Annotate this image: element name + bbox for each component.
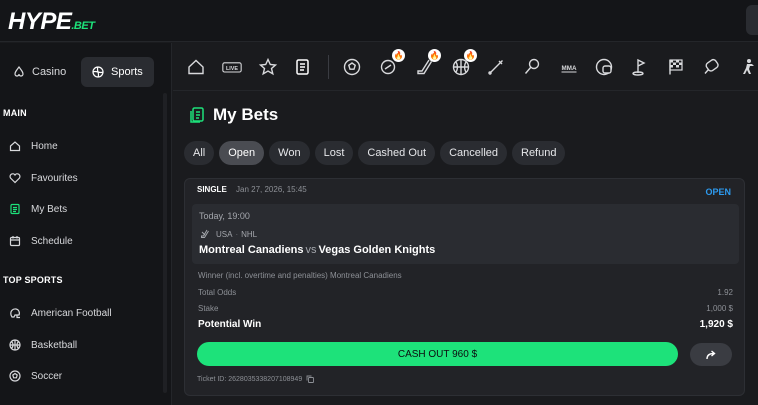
sidebar-item-basketball[interactable]: Basketball — [9, 337, 77, 353]
versus-label: vs — [305, 244, 317, 256]
home-icon — [9, 140, 21, 152]
fire-icon: 🔥 — [428, 49, 441, 62]
top-sports-section-title: TOP SPORTS — [3, 275, 63, 285]
racing-flag-icon[interactable] — [665, 56, 687, 78]
total-odds-row: Total Odds 1.92 — [198, 288, 733, 297]
bet-slip-icon[interactable] — [292, 56, 314, 78]
hockey-stick-icon[interactable]: 🔥 — [414, 49, 441, 78]
bet-date: Jan 27, 2026, 15:45 — [236, 185, 307, 194]
top-bar: HYPE.BET — [0, 0, 758, 42]
total-odds-label: Total Odds — [198, 288, 237, 297]
ice-hockey-icon[interactable]: 🔥 — [378, 49, 405, 78]
home-icon[interactable] — [185, 56, 207, 78]
football-helmet-icon — [9, 307, 21, 319]
filter-cashed-out[interactable]: Cashed Out — [358, 141, 436, 165]
cash-out-button[interactable]: CASH OUT 960 $ — [197, 342, 678, 366]
ticket-id: Ticket ID: 2628035338207108949 — [197, 375, 315, 383]
potential-win-value: 1,920 $ — [699, 319, 733, 330]
star-icon[interactable] — [257, 56, 279, 78]
sidebar-item-soccer[interactable]: Soccer — [9, 368, 62, 384]
heart-icon — [9, 172, 21, 184]
sports-toggle[interactable]: Sports — [81, 57, 154, 87]
sidebar-item-american-football[interactable]: American Football — [9, 305, 112, 321]
event-match: Montreal Canadiens vs Vegas Golden Knights — [199, 244, 435, 256]
table-tennis-icon[interactable] — [701, 56, 723, 78]
filter-all[interactable]: All — [184, 141, 215, 165]
copy-icon[interactable] — [306, 375, 315, 383]
bet-slip-icon — [9, 203, 21, 215]
sidebar: Casino Sports MAIN Home Favourites My Be… — [0, 43, 172, 405]
stake-label: Stake — [198, 304, 219, 313]
stake-row: Stake 1,000 $ — [198, 304, 733, 313]
bet-type: SINGLE — [197, 185, 227, 194]
sport-bar-divider — [328, 55, 329, 79]
main-section-title: MAIN — [3, 108, 27, 118]
bet-selection: Winner (incl. overtime and penalties) Mo… — [198, 271, 402, 280]
home-team: Montreal Canadiens — [199, 244, 304, 256]
filter-cancelled[interactable]: Cancelled — [440, 141, 507, 165]
filter-won[interactable]: Won — [269, 141, 310, 165]
sidebar-item-my-bets[interactable]: My Bets — [9, 201, 67, 217]
fire-icon: 🔥 — [392, 49, 405, 62]
golf-icon[interactable] — [629, 56, 651, 78]
tennis-icon[interactable] — [521, 56, 543, 78]
share-arrow-icon — [705, 349, 717, 361]
sidebar-item-favourites[interactable]: Favourites — [9, 170, 78, 186]
potential-win-label: Potential Win — [198, 319, 262, 330]
event-country: USA — [216, 229, 233, 239]
bet-status-filters: All Open Won Lost Cashed Out Cancelled R… — [184, 141, 566, 165]
basketball-icon[interactable]: 🔥 — [450, 49, 477, 78]
live-icon[interactable]: LIVE — [220, 56, 244, 78]
basketball-icon — [9, 339, 21, 351]
svg-text:LIVE: LIVE — [226, 66, 238, 72]
calendar-icon — [9, 235, 21, 247]
shooter-icon[interactable] — [737, 56, 758, 78]
potential-win-row: Potential Win 1,920 $ — [198, 319, 733, 330]
filter-lost[interactable]: Lost — [314, 141, 354, 165]
sport-filter-bar: LIVE 🔥 🔥 🔥 MMA — [173, 43, 758, 91]
event-time: Today, 19:00 — [199, 211, 250, 221]
mma-icon[interactable]: MMA — [557, 56, 581, 78]
event-league: USA · NHL — [200, 229, 257, 239]
total-odds-value: 1.92 — [717, 288, 733, 297]
filter-refund[interactable]: Refund — [512, 141, 566, 165]
soccer-icon[interactable] — [341, 56, 363, 78]
filter-open[interactable]: Open — [219, 141, 265, 165]
event-panel[interactable]: Today, 19:00 USA · NHL Montreal Canadiens v… — [192, 204, 739, 264]
away-team: Vegas Golden Knights — [318, 244, 436, 256]
svg-text:MMA: MMA — [562, 65, 577, 72]
sidebar-scrollbar[interactable] — [163, 93, 167, 393]
sidebar-item-home[interactable]: Home — [9, 138, 58, 154]
cards-icon — [12, 65, 26, 79]
hockey-stick-icon — [200, 229, 210, 239]
league-separator: · — [235, 229, 239, 239]
baseball-bat-icon[interactable] — [485, 56, 507, 78]
brand-logo[interactable]: HYPE.BET — [8, 8, 95, 36]
casino-toggle[interactable]: Casino — [6, 57, 76, 87]
fire-icon: 🔥 — [464, 49, 477, 62]
stake-value: 1,000 $ — [706, 304, 733, 313]
account-button[interactable] — [746, 5, 758, 35]
bet-slip-icon — [188, 106, 206, 124]
sidebar-item-schedule[interactable]: Schedule — [9, 233, 73, 249]
page-title: My Bets — [213, 105, 279, 124]
event-league-name: NHL — [241, 229, 258, 239]
status-badge: OPEN — [705, 187, 731, 197]
soccer-ball-icon — [9, 370, 21, 382]
share-button[interactable] — [690, 343, 732, 366]
bet-card: SINGLE Jan 27, 2026, 15:45 OPEN Today, 1… — [184, 178, 745, 396]
esports-icon[interactable] — [593, 56, 615, 78]
ball-icon — [91, 65, 105, 79]
